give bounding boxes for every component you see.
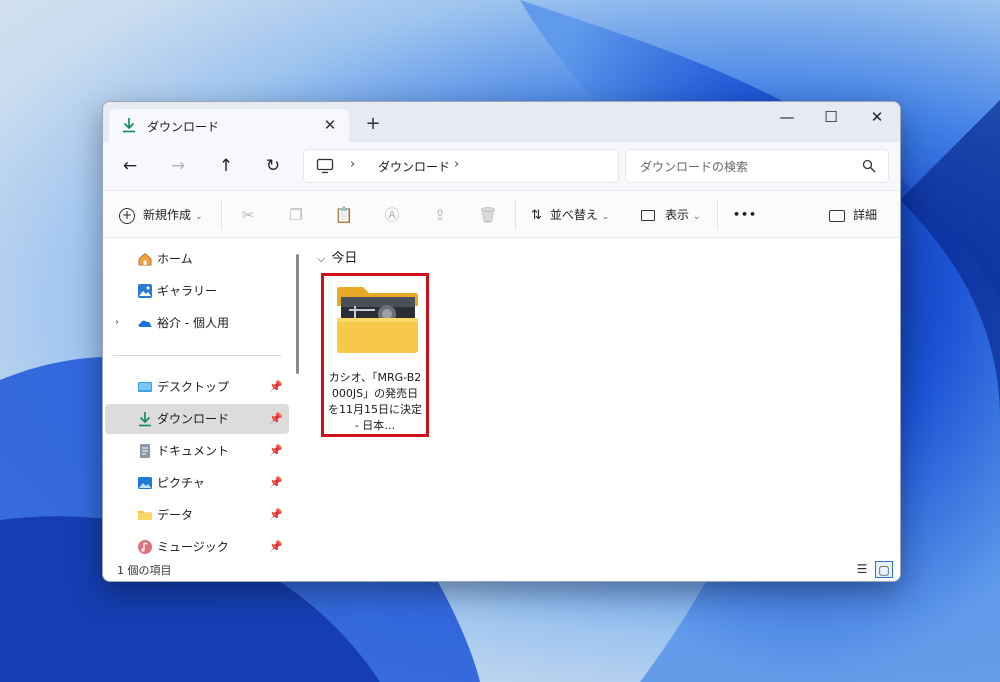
refresh-button[interactable]: ↻: [260, 154, 286, 178]
chevron-down-icon: ⌵: [317, 252, 326, 265]
sidebar-item-onedrive[interactable]: › 裕介 - 個人用: [105, 308, 289, 338]
chevron-down-icon: ⌄: [693, 212, 701, 222]
status-bar: 1 個の項目 ☰ ▢: [103, 558, 900, 581]
plus-circle-icon: +: [119, 207, 135, 224]
navigation-pane: ホーム ギャラリー › 裕介 - 個人用 デスクトップ 📌 ダウンロード 📌 ド…: [103, 238, 293, 558]
pin-icon: 📌: [269, 380, 283, 393]
chevron-down-icon: ⌄: [601, 212, 610, 222]
new-button[interactable]: + 新規作成 ⌄: [119, 204, 203, 226]
view-icon: [641, 210, 655, 221]
pin-icon: 📌: [269, 476, 283, 489]
command-bar: + 新規作成 ⌄ ✂ ❐ 📋 Ⓐ ⇪ 🗑 ⇅ 並べ替え ⌄ 表示 ⌄ ••• 詳細: [103, 190, 900, 238]
back-button[interactable]: ←: [117, 154, 143, 178]
tab-close-button[interactable]: ✕: [319, 114, 341, 136]
pictures-icon: [138, 477, 152, 489]
breadcrumb-separator[interactable]: ›: [350, 157, 355, 172]
sort-icon: ⇅: [531, 208, 542, 223]
sidebar-item-label: ドキュメント: [157, 444, 230, 458]
tab-title: ダウンロード: [147, 120, 220, 134]
navigation-bar: ← → ↑ ↻ › ダウンロード ›: [103, 142, 900, 190]
sidebar-divider: [113, 355, 281, 356]
chevron-right-icon[interactable]: ›: [115, 308, 119, 338]
maximize-button[interactable]: ☐: [808, 102, 854, 132]
sort-button[interactable]: ⇅ 並べ替え ⌄: [531, 204, 609, 226]
download-icon: [139, 412, 151, 427]
sidebar-item-downloads[interactable]: ダウンロード 📌: [105, 404, 289, 434]
toolbar-divider: [221, 200, 222, 230]
pin-icon: 📌: [269, 508, 283, 521]
details-view-icon[interactable]: ☰: [853, 561, 871, 578]
breadcrumb-downloads[interactable]: ダウンロード: [378, 158, 450, 175]
cut-icon[interactable]: ✂: [237, 204, 259, 226]
sidebar-item-label: ホーム: [157, 252, 193, 266]
file-item-folder[interactable]: カシオ、「MRG-B2000JS」の発売日を11月15日に決定 - 日本…: [321, 273, 429, 437]
view-label: 表示: [665, 208, 690, 222]
pin-icon: 📌: [269, 412, 283, 425]
address-bar[interactable]: › ダウンロード ›: [303, 149, 619, 183]
share-icon[interactable]: ⇪: [429, 204, 451, 226]
close-button[interactable]: ✕: [854, 102, 900, 132]
sidebar-item-pictures[interactable]: ピクチャ 📌: [105, 468, 289, 498]
new-label: 新規作成: [143, 208, 192, 222]
toolbar-divider: [717, 200, 718, 230]
chevron-down-icon: ⌄: [195, 212, 203, 222]
sidebar-scrollbar[interactable]: [296, 254, 299, 374]
sidebar-item-desktop[interactable]: デスクトップ 📌: [105, 372, 289, 402]
sidebar-item-label: 裕介 - 個人用: [157, 316, 229, 330]
sidebar-item-label: ギャラリー: [157, 284, 218, 298]
group-header-today[interactable]: ⌵ 今日: [317, 247, 357, 266]
search-icon: [862, 159, 876, 173]
file-name: カシオ、「MRG-B2000JS」の発売日を11月15日に決定 - 日本…: [328, 371, 422, 432]
more-options-button[interactable]: •••: [733, 204, 757, 226]
breadcrumb-separator[interactable]: ›: [454, 157, 459, 172]
sidebar-item-label: ダウンロード: [157, 412, 230, 426]
item-count: 1 個の項目: [117, 564, 172, 577]
new-tab-button[interactable]: +: [361, 113, 385, 137]
toolbar-divider: [515, 200, 516, 230]
details-label: 詳細: [853, 208, 878, 222]
sidebar-item-label: ピクチャ: [157, 476, 205, 490]
forward-button[interactable]: →: [165, 154, 191, 178]
details-pane-icon: [829, 209, 845, 222]
download-icon: [123, 118, 135, 133]
large-icons-view-icon[interactable]: ▢: [875, 561, 893, 578]
sort-label: 並べ替え: [549, 208, 598, 222]
details-pane-button[interactable]: 詳細: [829, 204, 877, 226]
sidebar-item-home[interactable]: ホーム: [105, 244, 289, 274]
delete-icon[interactable]: 🗑: [477, 204, 499, 226]
desktop-icon: [138, 382, 152, 392]
sidebar-item-label: デスクトップ: [157, 380, 230, 394]
sidebar-item-documents[interactable]: ドキュメント 📌: [105, 436, 289, 466]
up-button[interactable]: ↑: [213, 154, 239, 178]
this-pc-icon: [316, 158, 334, 174]
sidebar-item-data-folder[interactable]: データ 📌: [105, 500, 289, 530]
sidebar-item-label: データ: [157, 508, 194, 522]
gallery-icon: [138, 284, 152, 298]
title-bar: ダウンロード ✕ + — ☐ ✕: [103, 102, 900, 142]
onedrive-icon: [138, 320, 152, 327]
pin-icon: 📌: [269, 444, 283, 457]
minimize-button[interactable]: —: [764, 102, 810, 132]
music-icon: [138, 540, 152, 554]
rename-icon[interactable]: Ⓐ: [381, 204, 403, 226]
copy-icon[interactable]: ❐: [285, 204, 307, 226]
document-icon: [140, 444, 150, 458]
search-input[interactable]: [638, 157, 852, 177]
tab-downloads[interactable]: ダウンロード ✕: [109, 109, 349, 142]
folder-icon: [138, 511, 152, 520]
view-button[interactable]: 表示 ⌄: [641, 204, 701, 226]
sidebar-item-gallery[interactable]: ギャラリー: [105, 276, 289, 306]
paste-icon[interactable]: 📋: [333, 204, 355, 226]
group-header-label: 今日: [331, 251, 358, 266]
file-list: ⌵ 今日 カシオ、「MRG-B2000JS」の発売日を11月15日に決定 - 日本…: [305, 238, 900, 558]
file-explorer-window: ダウンロード ✕ + — ☐ ✕ ← → ↑ ↻ › ダウンロード › ダウンロ…: [102, 101, 901, 582]
folder-thumbnail-icon: [337, 287, 418, 353]
home-icon: [138, 252, 152, 266]
search-box[interactable]: [625, 149, 889, 183]
